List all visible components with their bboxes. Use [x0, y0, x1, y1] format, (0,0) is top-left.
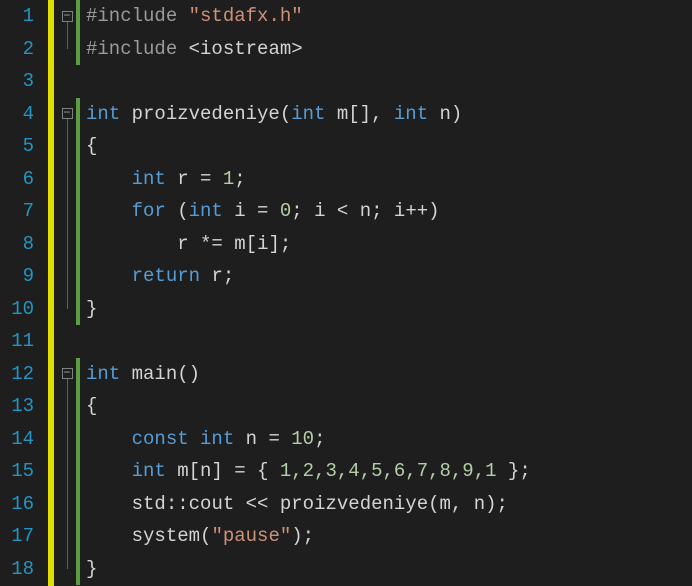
code-line[interactable]: return r; — [76, 260, 692, 293]
fold-toggle-icon[interactable]: − — [62, 11, 73, 22]
code-line[interactable]: r *= m[i]; — [76, 228, 692, 261]
line-number: 15 — [10, 455, 34, 488]
line-number: 14 — [10, 423, 34, 456]
code-line[interactable] — [76, 325, 692, 358]
code-line[interactable]: } — [76, 553, 692, 586]
code-line[interactable]: int r = 1; — [76, 163, 692, 196]
line-number: 3 — [10, 65, 34, 98]
code-line[interactable]: int m[n] = { 1,2,3,4,5,6,7,8,9,1 }; — [76, 455, 692, 488]
line-number: 7 — [10, 195, 34, 228]
code-line[interactable]: { — [76, 130, 692, 163]
line-number: 9 — [10, 260, 34, 293]
line-number: 8 — [10, 228, 34, 261]
line-number: 18 — [10, 553, 34, 586]
code-line[interactable]: #include <iostream> — [76, 33, 692, 66]
fold-toggle-icon[interactable]: − — [62, 108, 73, 119]
code-line[interactable]: std::cout << proizvedeniye(m, n); — [76, 488, 692, 521]
code-line[interactable]: #include "stdafx.h" — [76, 0, 692, 33]
code-line[interactable]: int proizvedeniye(int m[], int n) — [76, 98, 692, 131]
line-number: 2 — [10, 33, 34, 66]
code-line[interactable]: system("pause"); — [76, 520, 692, 553]
line-number: 11 — [10, 325, 34, 358]
line-number: 5 — [10, 130, 34, 163]
line-number: 12 — [10, 358, 34, 391]
line-number: 4 — [10, 98, 34, 131]
line-number: 10 — [10, 293, 34, 326]
line-number: 17 — [10, 520, 34, 553]
line-number: 13 — [10, 390, 34, 423]
fold-toggle-icon[interactable]: − — [62, 368, 73, 379]
code-line[interactable]: for (int i = 0; i < n; i++) — [76, 195, 692, 228]
code-line[interactable]: } — [76, 293, 692, 326]
code-line[interactable]: const int n = 10; — [76, 423, 692, 456]
line-number-gutter: 1 2 3 4 5 6 7 8 9 10 11 12 13 14 15 16 1… — [0, 0, 48, 586]
code-editor[interactable]: − #include "stdafx.h" #include <iostream… — [54, 0, 692, 586]
code-line[interactable]: int main() — [76, 358, 692, 391]
code-line[interactable] — [76, 65, 692, 98]
line-number: 1 — [10, 0, 34, 33]
line-number: 16 — [10, 488, 34, 521]
fold-column: − — [58, 0, 76, 33]
line-number: 6 — [10, 163, 34, 196]
code-line[interactable]: { — [76, 390, 692, 423]
